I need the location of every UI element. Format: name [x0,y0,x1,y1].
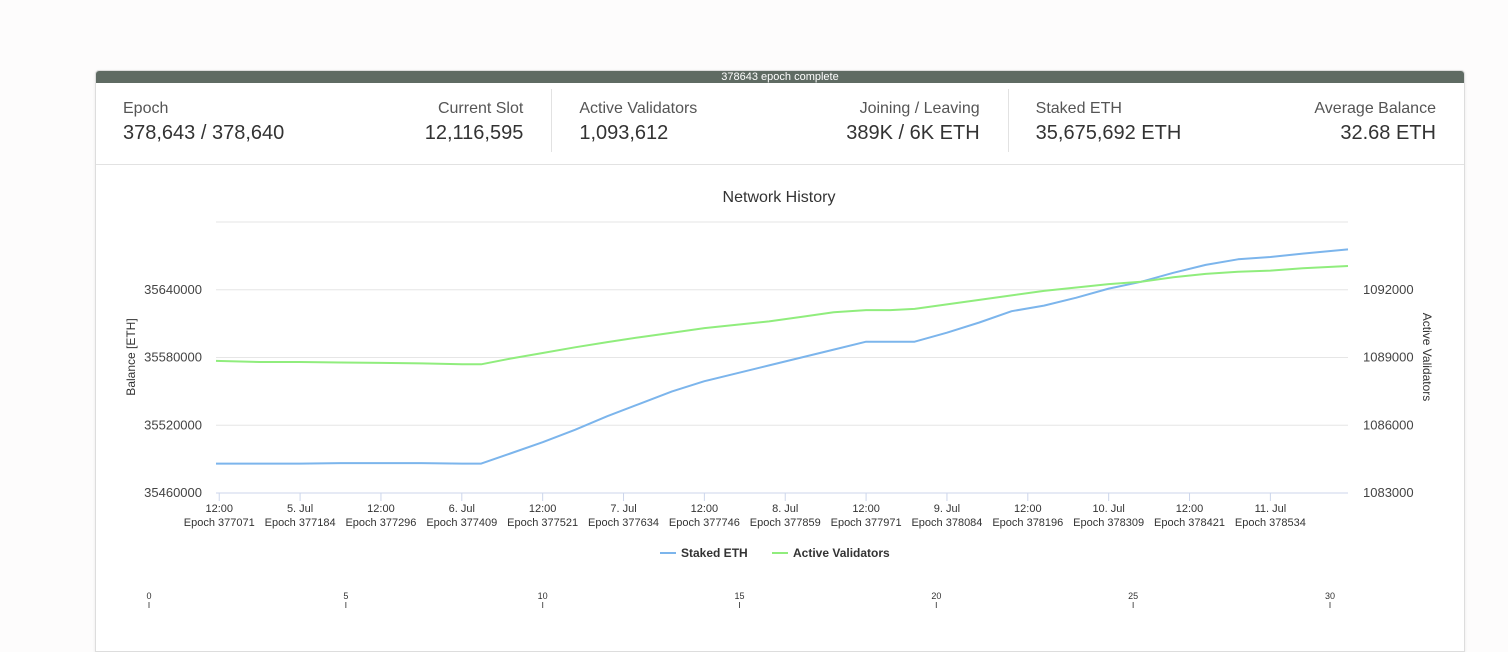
stat-joining-leaving-label: Joining / Leaving [859,100,980,117]
stat-staked-eth-label: Staked ETH [1035,100,1122,117]
stat-active-validators-value: 1,093,612 [579,122,669,144]
stats-group-validators: Active Validators 1,093,612 Joining / Le… [551,89,1007,152]
stat-active-validators-label: Active Validators [579,100,698,117]
stat-staked-eth-value: 35,675,692 ETH [1035,122,1182,144]
epoch-progress-label: 378643 epoch complete [721,71,839,83]
stat-average-balance-label: Average Balance [1314,100,1436,117]
stat-joining-leaving: Joining / Leaving 389K / 6K ETH [846,99,979,152]
stat-epoch-value: 378,643 / 378,640 [123,122,285,144]
stats-group-staking: Staked ETH 35,675,692 ETH Average Balanc… [1007,89,1464,152]
stat-average-balance-value: 32.68 ETH [1340,122,1436,144]
epoch-progress-bar: 378643 epoch complete [96,71,1464,83]
stat-current-slot: Current Slot 12,116,595 [425,99,524,164]
stat-joining-leaving-value: 389K / 6K ETH [846,122,980,144]
stat-average-balance: Average Balance 32.68 ETH [1314,99,1436,152]
stat-current-slot-label: Current Slot [437,100,524,117]
stats-group-epoch: Epoch 378,643 / 378,640 Current Slot 12,… [96,83,551,164]
stat-staked-eth: Staked ETH 35,675,692 ETH [1036,99,1182,152]
stat-epoch: Epoch 378,643 / 378,640 [123,99,284,164]
stats-row: Epoch 378,643 / 378,640 Current Slot 12,… [96,83,1464,165]
stat-epoch-label: Epoch [123,100,169,117]
stat-current-slot-value: 12,116,595 [424,122,524,144]
network-card: 378643 epoch complete Epoch 378,643 / 37… [95,70,1465,652]
stat-active-validators: Active Validators 1,093,612 [579,99,697,152]
